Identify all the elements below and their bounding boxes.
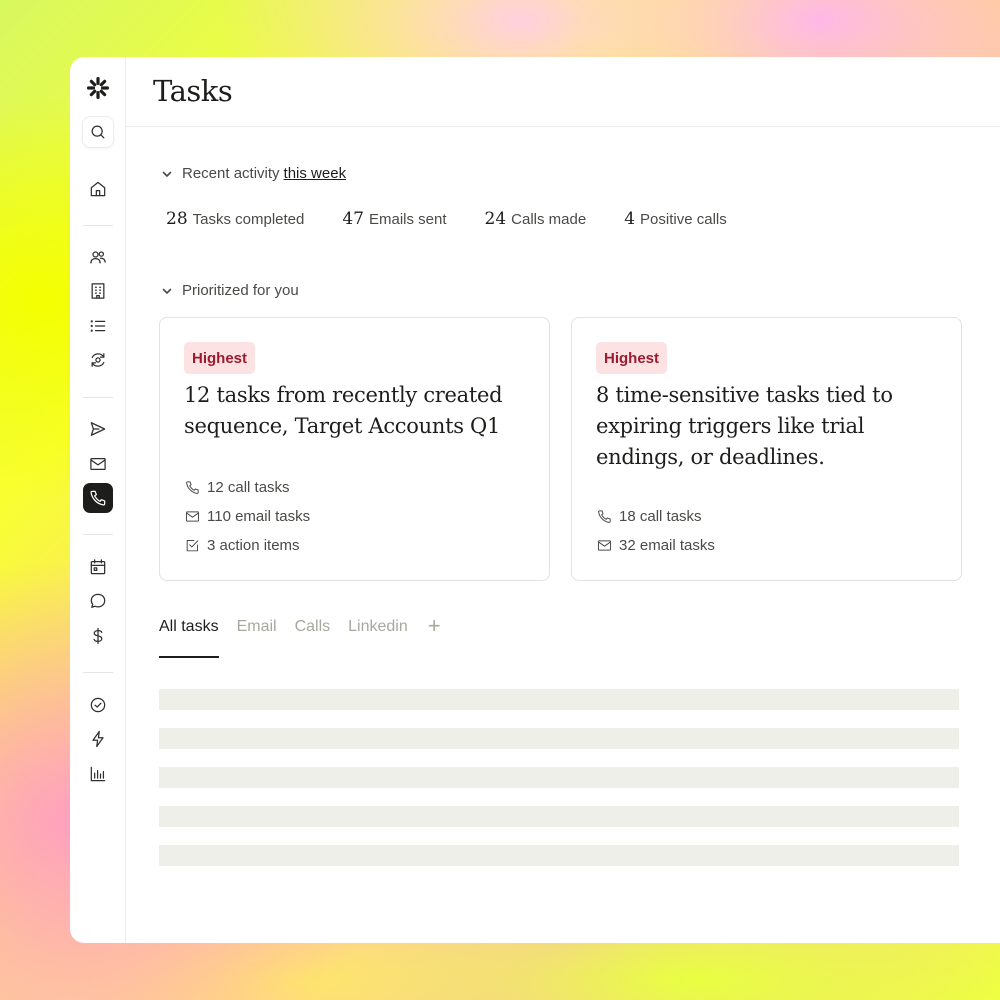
period-link[interactable]: this week (284, 165, 347, 182)
logo-icon[interactable] (83, 73, 113, 103)
sidebar-item-reports[interactable] (83, 759, 113, 789)
priority-badge: Highest (184, 342, 256, 374)
tab-linkedin[interactable]: Linkedin (348, 618, 408, 656)
sidebar-item-deals[interactable] (83, 621, 113, 651)
mail-icon (185, 511, 200, 522)
card-title: 8 time-sensitive tasks tied to expiring … (596, 383, 893, 469)
sidebar-item-send[interactable] (83, 414, 113, 444)
calendar-icon (90, 559, 106, 575)
stat-calls-made: 24 Calls made (484, 209, 587, 229)
search-button[interactable] (83, 117, 113, 147)
check-circle-icon (90, 697, 106, 713)
home-icon (90, 181, 106, 197)
list-item: 110 email tasks (184, 502, 310, 531)
main-content: Recent activity this week 28 Tasks comple… (126, 127, 1000, 943)
priority-badge: Highest (596, 342, 668, 374)
priority-card[interactable]: Highest 8 time-sensitive tasks tied to e… (571, 317, 962, 581)
sidebar-item-home[interactable] (83, 174, 113, 204)
sidebar-item-refresh[interactable] (83, 345, 113, 375)
sidebar-item-mail[interactable] (83, 449, 113, 479)
building-icon (91, 283, 105, 299)
tab-calls[interactable]: Calls (295, 618, 331, 656)
prioritized-header[interactable]: Prioritized for you (160, 282, 299, 299)
sidebar-divider (83, 672, 113, 673)
list-item: 3 action items (184, 531, 310, 560)
priority-card[interactable]: Highest 12 tasks from recently created s… (159, 317, 550, 581)
stat-tasks-completed: 28 Tasks completed (166, 209, 305, 229)
sidebar-item-lists[interactable] (83, 311, 113, 341)
card-task-summary: 12 call tasks 110 email tasks 3 action i… (184, 473, 310, 560)
phone-icon (186, 481, 199, 494)
sidebar (70, 57, 126, 943)
sidebar-item-companies[interactable] (83, 276, 113, 306)
app-window: Tasks Recent activity this week 28 Tasks … (70, 57, 1000, 943)
phone-icon (598, 510, 611, 523)
activity-stats: 28 Tasks completed 47 Emails sent 24 Calls … (166, 209, 727, 229)
list-item: 12 call tasks (184, 473, 310, 502)
chat-icon (90, 593, 106, 608)
recent-activity-label: Recent activity (182, 165, 280, 182)
card-title: 12 tasks from recently created sequence,… (184, 383, 503, 438)
recent-activity-header[interactable]: Recent activity this week (160, 165, 346, 182)
task-tabs: All tasks Email Calls Linkedin + (159, 615, 441, 662)
search-icon (91, 125, 105, 139)
tab-email[interactable]: Email (237, 618, 277, 656)
page-title: Tasks (153, 74, 233, 108)
mail-icon (90, 457, 106, 471)
sidebar-item-people[interactable] (83, 242, 113, 272)
checkbox-icon (186, 540, 199, 552)
loading-row (159, 806, 959, 827)
sidebar-item-calls[interactable] (83, 483, 113, 513)
card-task-summary: 18 call tasks 32 email tasks (596, 502, 715, 560)
lightning-icon (92, 730, 104, 748)
top-bar: Tasks (126, 57, 1000, 127)
dollar-icon (93, 627, 103, 645)
mail-icon (597, 540, 612, 551)
stat-emails-sent: 47 Emails sent (342, 209, 447, 229)
list-icon (90, 320, 106, 332)
sidebar-divider (83, 397, 113, 398)
sidebar-item-calendar[interactable] (83, 552, 113, 582)
sidebar-item-automations[interactable] (83, 724, 113, 754)
refresh-eye-icon (91, 353, 105, 367)
bar-chart-icon (90, 766, 106, 782)
stat-positive-calls: 4 Positive calls (624, 209, 727, 229)
add-tab-button[interactable]: + (428, 615, 441, 637)
chevron-down-icon (162, 171, 172, 177)
loading-row (159, 689, 959, 710)
loading-row (159, 845, 959, 866)
sidebar-divider (83, 225, 113, 226)
chevron-down-icon (162, 288, 172, 294)
loading-row (159, 728, 959, 749)
loading-row (159, 767, 959, 788)
send-icon (90, 422, 106, 436)
sidebar-divider (83, 534, 113, 535)
tab-all-tasks[interactable]: All tasks (159, 618, 219, 658)
sidebar-item-tasks[interactable] (83, 690, 113, 720)
phone-icon (90, 490, 106, 506)
list-item: 32 email tasks (596, 531, 715, 560)
list-item: 18 call tasks (596, 502, 715, 531)
sidebar-item-chat[interactable] (83, 586, 113, 616)
prioritized-label: Prioritized for you (182, 282, 299, 299)
people-icon (90, 251, 106, 264)
